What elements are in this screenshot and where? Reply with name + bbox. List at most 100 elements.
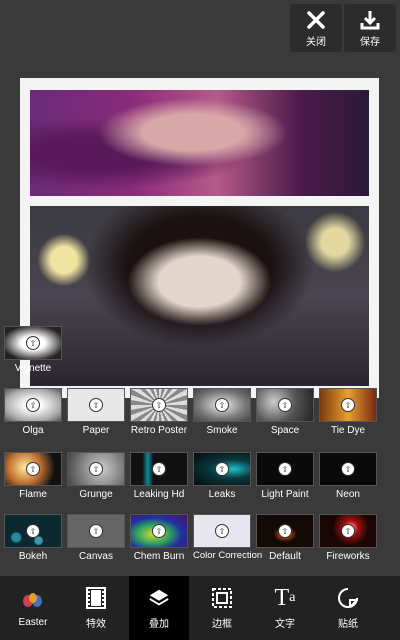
filter-label: Neon xyxy=(336,489,360,500)
filter-label: Light Paint xyxy=(261,489,309,500)
filter-flame[interactable]: ⇧ Flame xyxy=(4,452,62,500)
filter-label: Flame xyxy=(19,489,47,500)
easter-egg-icon xyxy=(22,589,44,611)
filter-space[interactable]: ⇧ Space xyxy=(256,388,314,436)
select-marker-icon: ⇧ xyxy=(89,524,103,538)
toolbar-label: 文字 xyxy=(275,618,295,630)
filter-fireworks[interactable]: ⇧ Fireworks xyxy=(319,514,377,562)
close-label: 关闭 xyxy=(306,36,326,48)
filter-label: Default xyxy=(269,551,301,562)
filter-olga[interactable]: ⇧ Olga xyxy=(4,388,62,436)
filter-thumbnail: ⇧ xyxy=(4,452,62,486)
filter-thumbnail: ⇧ xyxy=(319,388,377,422)
filter-label: Leaks xyxy=(208,489,236,500)
toolbar-label: 叠加 xyxy=(149,618,169,630)
select-marker-icon: ⇧ xyxy=(341,524,355,538)
select-marker-icon: ⇧ xyxy=(278,462,292,476)
bottom-toolbar: Easter 特效 叠加 边框 Ta 文字 贴纸 xyxy=(0,576,400,640)
filter-color-correction[interactable]: ⇧ Color Correction xyxy=(193,514,263,561)
filter-bokeh[interactable]: ⇧ Bokeh xyxy=(4,514,62,562)
select-marker-icon: ⇧ xyxy=(26,462,40,476)
filter-retro-poster[interactable]: ⇧ Retro Poster xyxy=(130,388,188,436)
filter-leaking-hd[interactable]: ⇧ Leaking Hd xyxy=(130,452,188,500)
select-marker-icon: ⇧ xyxy=(152,462,166,476)
filter-thumbnail: ⇧ xyxy=(193,388,251,422)
overlay-filter-grid: ⇧ Vignette ⇧ Olga ⇧ Paper ⇧ Retro Poster… xyxy=(0,322,400,576)
filter-thumbnail: ⇧ xyxy=(319,452,377,486)
filter-default[interactable]: ⇧ Default xyxy=(256,514,314,562)
filter-chem-burn[interactable]: ⇧ Chem Burn xyxy=(130,514,188,562)
filter-neon[interactable]: ⇧ Neon xyxy=(319,452,377,500)
select-marker-icon: ⇧ xyxy=(341,462,355,476)
filter-thumbnail: ⇧ xyxy=(130,514,188,548)
filter-thumbnail: ⇧ xyxy=(67,388,125,422)
frame-icon xyxy=(211,587,233,609)
filter-paper[interactable]: ⇧ Paper xyxy=(67,388,125,436)
filter-thumbnail: ⇧ xyxy=(4,388,62,422)
filter-label: Smoke xyxy=(206,425,238,436)
toolbar-label: 贴纸 xyxy=(338,618,358,630)
select-marker-icon: ⇧ xyxy=(152,524,166,538)
filter-canvas[interactable]: ⇧ Canvas xyxy=(67,514,125,562)
filter-thumbnail: ⇧ xyxy=(193,514,251,548)
select-marker-icon: ⇧ xyxy=(26,336,40,350)
sticker-icon xyxy=(337,587,359,609)
toolbar-label: 特效 xyxy=(86,618,106,630)
filter-thumbnail: ⇧ xyxy=(319,514,377,548)
filter-label: Paper xyxy=(82,425,110,436)
select-marker-icon: ⇧ xyxy=(215,524,229,538)
layers-icon xyxy=(148,587,170,609)
film-icon xyxy=(85,586,107,609)
filter-smoke[interactable]: ⇧ Smoke xyxy=(193,388,251,436)
filter-label: Olga xyxy=(22,425,44,436)
select-marker-icon: ⇧ xyxy=(341,398,355,412)
toolbar-item-frame[interactable]: 边框 xyxy=(192,576,252,640)
toolbar-item-effects[interactable]: 特效 xyxy=(66,576,126,640)
filter-vignette[interactable]: ⇧ Vignette xyxy=(4,326,62,374)
save-button[interactable]: 保存 xyxy=(344,4,396,52)
filter-thumbnail: ⇧ xyxy=(256,514,314,548)
filter-tie-dye[interactable]: ⇧ Tie Dye xyxy=(319,388,377,436)
filter-thumbnail: ⇧ xyxy=(67,452,125,486)
filter-label: Tie Dye xyxy=(330,425,366,436)
select-marker-icon: ⇧ xyxy=(26,398,40,412)
filter-thumbnail: ⇧ xyxy=(193,452,251,486)
select-marker-icon: ⇧ xyxy=(215,398,229,412)
save-label: 保存 xyxy=(360,36,380,48)
download-icon xyxy=(360,10,380,29)
filter-label: Bokeh xyxy=(18,551,48,562)
filter-label: Canvas xyxy=(79,551,113,562)
toolbar-label: Easter xyxy=(18,616,48,628)
select-marker-icon: ⇧ xyxy=(89,398,103,412)
toolbar-item-text[interactable]: Ta 文字 xyxy=(255,576,315,640)
filter-label: Leaking Hd xyxy=(133,489,185,500)
select-marker-icon: ⇧ xyxy=(26,524,40,538)
filter-light-paint[interactable]: ⇧ Light Paint xyxy=(256,452,314,500)
filter-thumbnail: ⇧ xyxy=(256,388,314,422)
toolbar-label: 边框 xyxy=(212,618,232,630)
close-icon xyxy=(307,10,325,29)
toolbar-item-sticker[interactable]: 贴纸 xyxy=(318,576,378,640)
close-button[interactable]: 关闭 xyxy=(290,4,342,52)
filter-grunge[interactable]: ⇧ Grunge xyxy=(67,452,125,500)
toolbar-item-overlay[interactable]: 叠加 xyxy=(129,576,189,640)
filter-label: Grunge xyxy=(79,489,113,500)
select-marker-icon: ⇧ xyxy=(215,462,229,476)
toolbar-item-easter[interactable]: Easter xyxy=(3,576,63,640)
filter-label: Retro Poster xyxy=(130,425,188,436)
photo-top[interactable] xyxy=(30,90,369,196)
filter-thumbnail: ⇧ xyxy=(4,514,62,548)
filter-label: Color Correction xyxy=(193,550,263,561)
select-marker-icon: ⇧ xyxy=(278,524,292,538)
filter-label: Vignette xyxy=(14,363,52,374)
filter-thumbnail: ⇧ xyxy=(256,452,314,486)
filter-thumbnail: ⇧ xyxy=(67,514,125,548)
filter-thumbnail: ⇧ xyxy=(130,452,188,486)
filter-thumbnail: ⇧ xyxy=(4,326,62,360)
filter-leaks[interactable]: ⇧ Leaks xyxy=(193,452,251,500)
filter-label: Fireworks xyxy=(326,551,370,562)
filter-label: Chem Burn xyxy=(133,551,185,562)
text-icon: Ta xyxy=(274,584,296,611)
filter-label: Space xyxy=(270,425,300,436)
select-marker-icon: ⇧ xyxy=(89,462,103,476)
